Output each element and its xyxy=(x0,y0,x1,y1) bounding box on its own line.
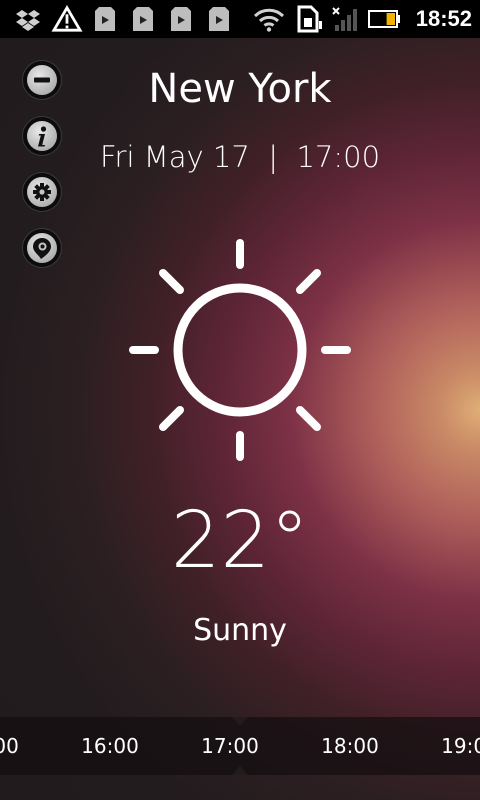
hourly-timeline[interactable]: 15:00 16:00 17:00 18:00 19:00 xyxy=(0,717,480,775)
status-bar: 18:52 xyxy=(0,0,480,38)
timeline-hour[interactable]: 15:00 xyxy=(0,734,30,758)
play-store-icon xyxy=(133,7,153,31)
sim-icon xyxy=(297,5,322,33)
location-icon xyxy=(27,233,57,263)
battery-icon xyxy=(368,10,400,28)
sun-icon xyxy=(129,239,351,461)
timeline-marker-top xyxy=(232,717,248,726)
play-store-icon xyxy=(209,7,229,31)
settings-icon xyxy=(27,177,57,207)
play-store-icon xyxy=(171,7,191,31)
forecast-datetime: Fri May 17 | 17:00 xyxy=(99,140,381,174)
status-clock: 18:52 xyxy=(415,6,472,31)
timeline-hour[interactable]: 18:00 xyxy=(310,734,390,758)
timeline-marker-bottom xyxy=(232,766,248,775)
timeline-hour[interactable]: 16:00 xyxy=(70,734,150,758)
play-store-icon xyxy=(95,7,115,31)
city-name: New York xyxy=(148,66,332,112)
alert-icon xyxy=(51,5,83,32)
dropbox-icon xyxy=(16,10,40,31)
timeline-hour[interactable]: 19:00 xyxy=(430,734,480,758)
wifi-icon xyxy=(253,8,285,32)
location-button[interactable] xyxy=(22,228,62,268)
weather-condition: Sunny xyxy=(193,613,287,648)
timeline-hour-selected[interactable]: 17:00 xyxy=(190,734,270,758)
signal-icon xyxy=(332,7,357,31)
weather-app: New York Fri May 17 | 17:00 22° Sunny 15… xyxy=(0,38,480,800)
temperature: 22° xyxy=(170,496,310,586)
settings-button[interactable] xyxy=(22,172,62,212)
